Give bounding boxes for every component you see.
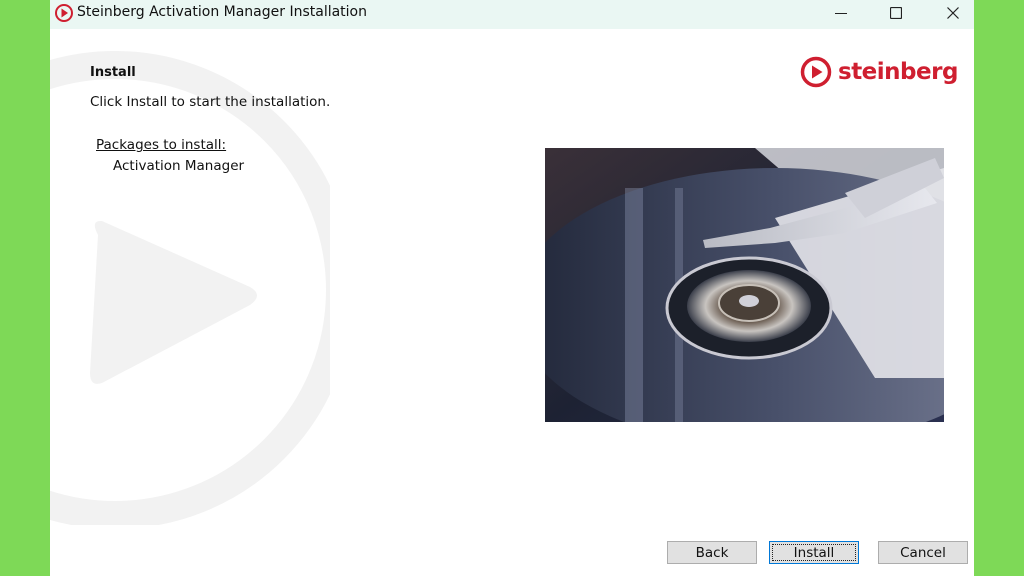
- back-button[interactable]: Back: [667, 541, 757, 564]
- maximize-icon: [890, 6, 902, 19]
- close-button[interactable]: [925, 0, 974, 25]
- brand-logo: steinberg: [800, 55, 958, 89]
- cancel-button[interactable]: Cancel: [878, 541, 968, 564]
- installer-window: Steinberg Activation Manager Installatio…: [50, 0, 974, 576]
- steinberg-play-icon: [800, 56, 832, 88]
- title-bar[interactable]: Steinberg Activation Manager Installatio…: [50, 0, 974, 29]
- window-title: Steinberg Activation Manager Installatio…: [77, 4, 367, 20]
- install-button[interactable]: Install: [769, 541, 859, 564]
- close-icon: [947, 6, 959, 19]
- maximize-button[interactable]: [868, 0, 924, 25]
- minimize-icon: [835, 12, 847, 14]
- package-item: Activation Manager: [113, 158, 245, 174]
- steinberg-logo-icon: [55, 4, 73, 22]
- minimize-button[interactable]: [813, 0, 869, 25]
- page-instruction: Click Install to start the installation.: [90, 94, 331, 110]
- packages-label: Packages to install:: [96, 137, 227, 153]
- page-heading: Install: [90, 65, 136, 80]
- hero-image: [545, 148, 944, 422]
- brand-name: steinberg: [838, 59, 958, 85]
